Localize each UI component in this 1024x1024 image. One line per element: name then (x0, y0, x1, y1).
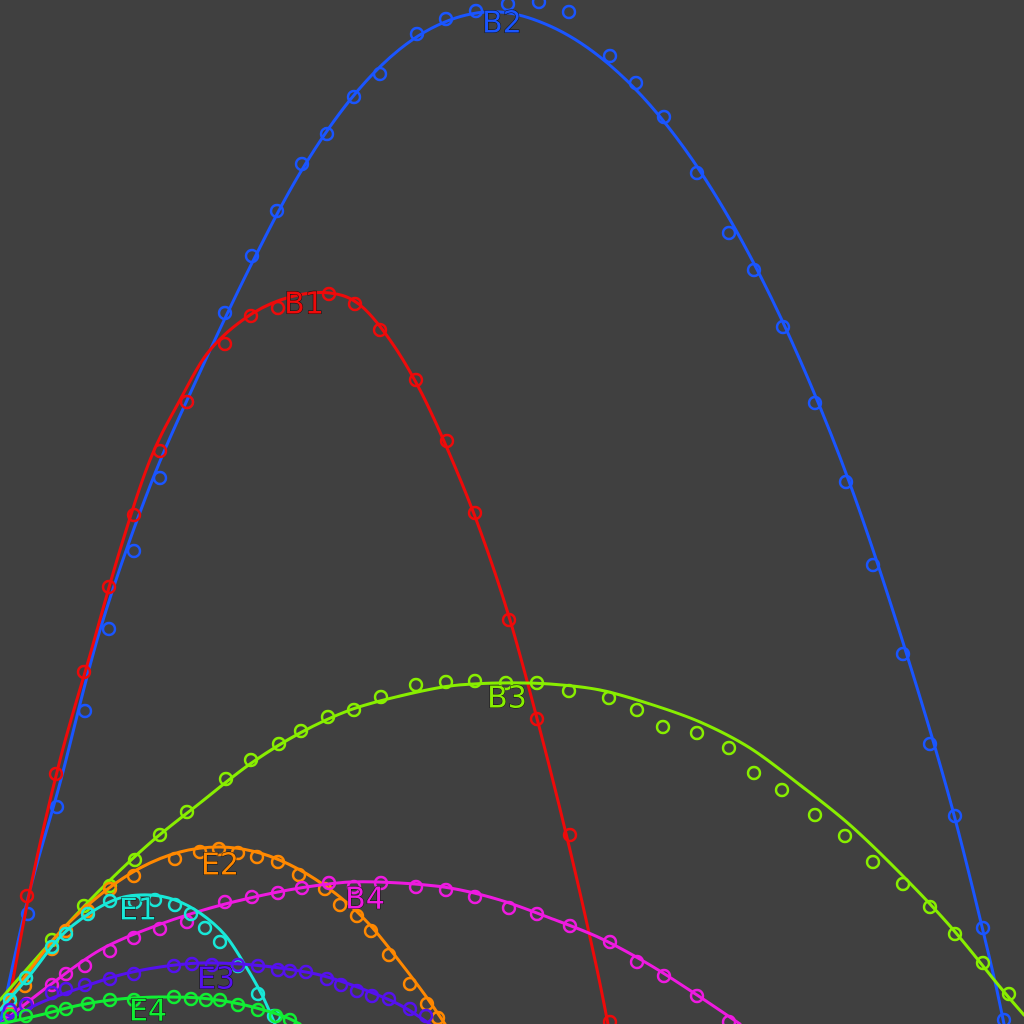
data-point (126, 543, 142, 559)
data-point (837, 828, 853, 844)
data-point (102, 943, 118, 959)
label-layer: B2 B1 B3 E2 B4 E1 E3 E4 (118, 5, 527, 1024)
data-point (212, 934, 228, 950)
data-point (531, 0, 547, 10)
data-point (468, 3, 484, 19)
data-point (372, 66, 388, 82)
data-point (895, 876, 911, 892)
data-point (601, 690, 617, 706)
data-point (561, 4, 577, 20)
series-b3 (0, 673, 1024, 1017)
series-b1 (3, 286, 618, 1024)
series-label-e1: E1 (119, 893, 157, 928)
data-point (807, 807, 823, 823)
data-point (217, 336, 233, 352)
data-point (408, 677, 424, 693)
series-line-b1 (3, 291, 610, 1024)
data-point (270, 962, 286, 978)
series-line-b3 (0, 681, 1024, 1017)
data-point (628, 75, 644, 91)
data-point (438, 882, 454, 898)
series-label-e4: E4 (129, 994, 167, 1024)
series-layer (0, 0, 1024, 1024)
series-label-b3: B3 (487, 681, 527, 716)
data-point (746, 765, 762, 781)
data-point (197, 920, 213, 936)
data-point (152, 470, 168, 486)
data-point (721, 740, 737, 756)
series-label-e2: E2 (201, 848, 239, 883)
series-b2 (0, 0, 1012, 1024)
data-point (655, 719, 671, 735)
data-point (689, 725, 705, 741)
chart-canvas: B2 B1 B3 E2 B4 E1 E3 E4 (0, 0, 1024, 1024)
series-label-b4: B4 (345, 882, 385, 917)
data-point (602, 48, 618, 64)
series-label-e3: E3 (197, 962, 235, 997)
data-point (77, 703, 93, 719)
series-line-b2 (0, 10, 1006, 1024)
data-point (721, 225, 737, 241)
data-point (77, 958, 93, 974)
series-label-b2: B2 (482, 6, 522, 41)
data-point (402, 976, 418, 992)
data-point (101, 621, 117, 637)
data-point (865, 854, 881, 870)
data-point (270, 300, 286, 316)
data-point (629, 702, 645, 718)
data-point (774, 782, 790, 798)
series-label-b1: B1 (284, 287, 324, 322)
